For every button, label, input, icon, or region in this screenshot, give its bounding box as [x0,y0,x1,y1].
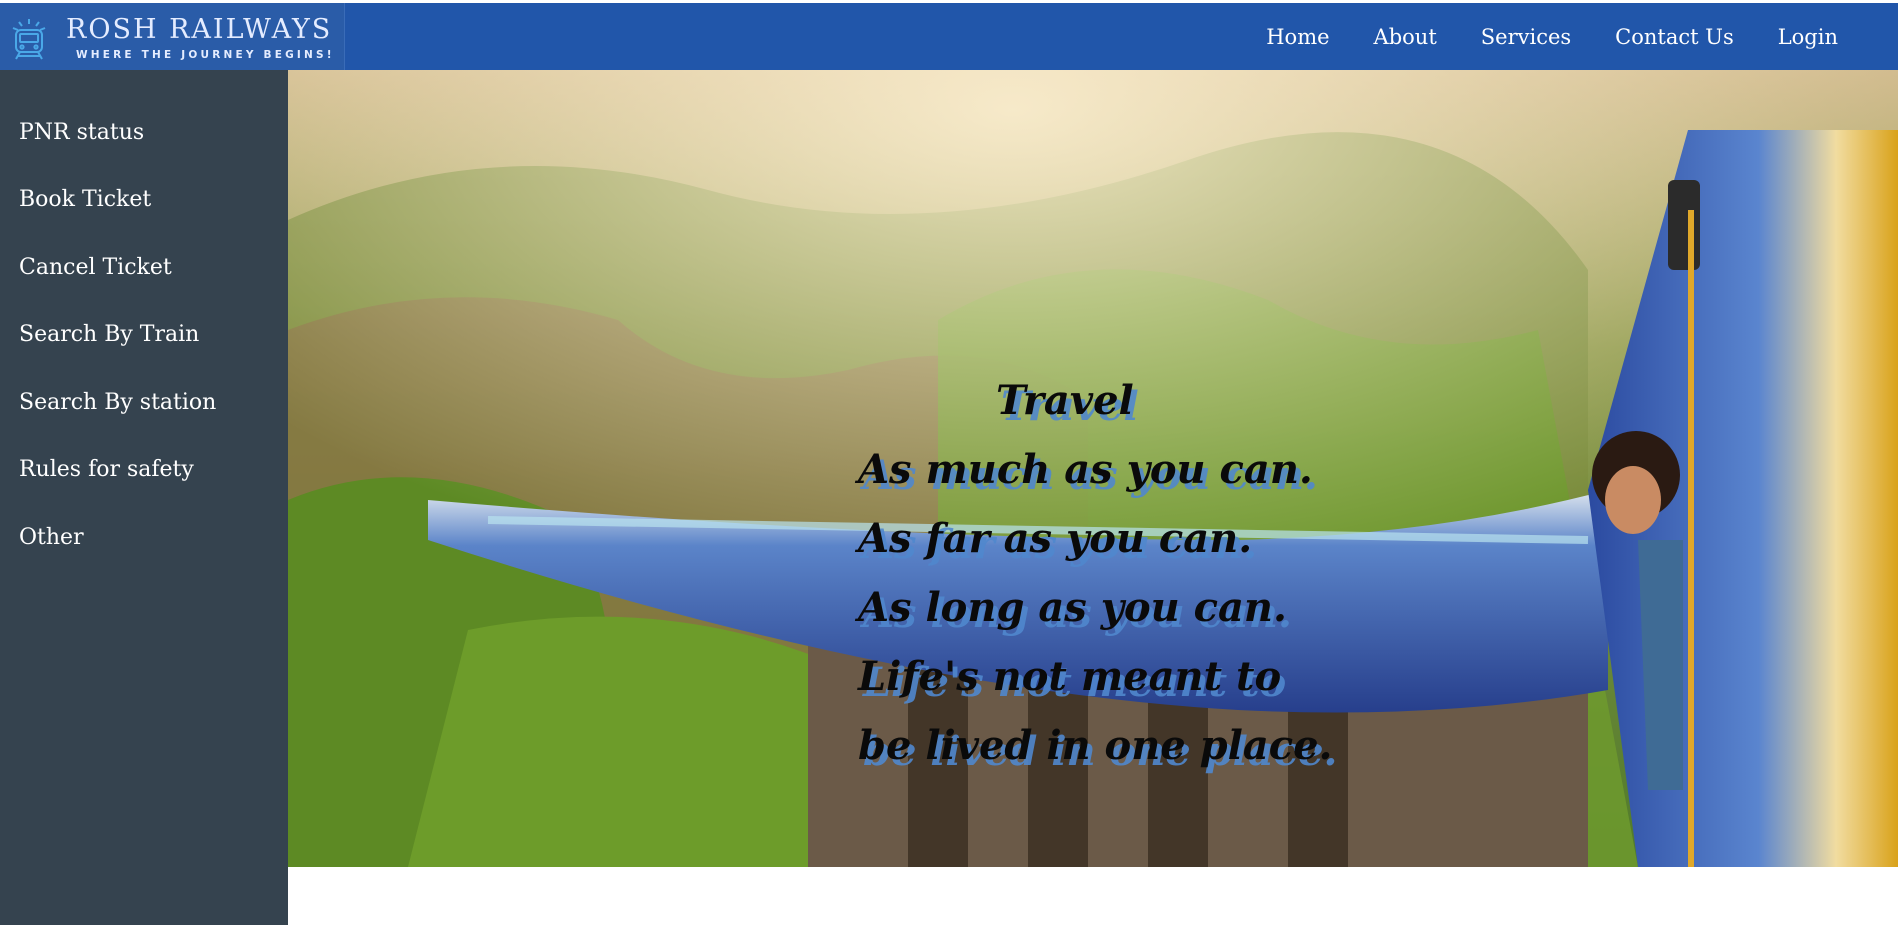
quote-line: Life's not meant to [858,653,1282,700]
quote-line: As far as you can. [858,515,1253,562]
nav-services-link[interactable]: Services [1481,25,1571,49]
sidebar-item-other[interactable]: Other [19,525,84,550]
sidebar-item-search-by-train[interactable]: Search By Train [19,322,199,347]
train-icon [12,19,46,60]
brand-logo[interactable]: ROSH RAILWAYS WHERE THE JOURNEY BEGINS! [0,3,345,70]
brand-tagline: WHERE THE JOURNEY BEGINS! [76,49,335,61]
nav-home-link[interactable]: Home [1266,25,1329,49]
nav-contact-link[interactable]: Contact Us [1615,25,1734,49]
sidebar-item-rules-for-safety[interactable]: Rules for safety [19,457,194,482]
sidebar-item-cancel-ticket[interactable]: Cancel Ticket [19,255,172,280]
nav-about-link[interactable]: About [1374,25,1437,49]
sidebar-item-book-ticket[interactable]: Book Ticket [19,187,151,212]
sidebar-item-pnr-status[interactable]: PNR status [19,120,144,145]
main-nav: Home About Services Contact Us Login [1222,3,1838,70]
hero-quote: Travel As much as you can. As far as you… [858,366,1378,780]
quote-line: be lived in one place. [858,722,1333,769]
top-navbar: ROSH RAILWAYS WHERE THE JOURNEY BEGINS! … [0,3,1898,70]
quote-line: As long as you can. [858,584,1287,631]
quote-title: Travel [996,377,1134,424]
quote-line: As much as you can. [858,446,1313,493]
sidebar: PNR status Book Ticket Cancel Ticket Sea… [0,70,288,925]
brand-title: ROSH RAILWAYS [66,14,333,45]
nav-login-link[interactable]: Login [1778,25,1838,49]
sidebar-item-search-by-station[interactable]: Search By station [19,390,216,415]
hero-banner: Travel As much as you can. As far as you… [288,70,1898,867]
